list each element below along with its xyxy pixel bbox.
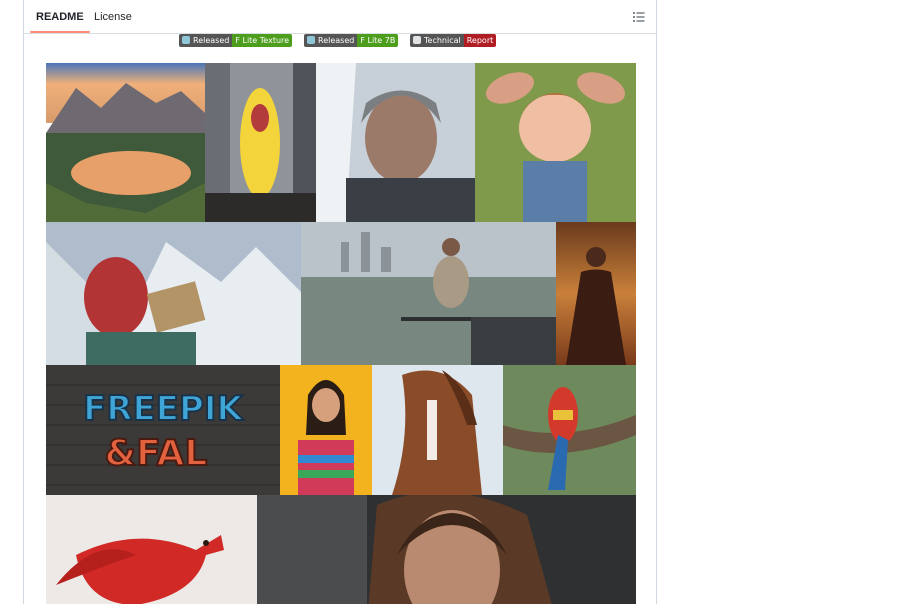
gallery-image-rabbit-eared-character: [475, 63, 636, 222]
badge-released-7b[interactable]: Released F Lite 7B: [304, 34, 399, 47]
tab-license[interactable]: License: [94, 0, 132, 33]
gallery-image-girl-rainbow-sweater: [280, 365, 372, 495]
model-icon: [307, 36, 315, 44]
gallery-image-climber-reading: [46, 222, 301, 365]
gallery-image-woman-portrait: [257, 495, 636, 604]
gallery-image-graffiti-wall: FREEPIK &FAL: [46, 365, 280, 495]
model-icon: [182, 36, 190, 44]
gallery-image-strawberry-bird: [46, 495, 257, 604]
readme-panel: README License Released F Lite Texture R…: [23, 0, 657, 604]
gallery-image-desert-woman: [556, 222, 636, 365]
graffiti-text-line1: FREEPIK: [83, 389, 244, 429]
badge-row: Released F Lite Texture Released F Lite …: [24, 34, 656, 48]
sample-gallery: FREEPIK &FAL: [46, 63, 636, 604]
badge-technical-report[interactable]: Technical Report: [410, 34, 497, 47]
list-unordered-icon[interactable]: [632, 10, 646, 24]
gallery-image-mountain-lake: [46, 63, 205, 222]
document-icon: [413, 36, 421, 44]
gallery-image-woman-railing: [301, 222, 556, 365]
tab-bar: README License: [24, 0, 656, 34]
gallery-image-banana-monster: [205, 63, 316, 222]
gallery-image-horse: [372, 365, 503, 495]
gallery-image-old-man-snow: [316, 63, 475, 222]
graffiti-text-line2: &FAL: [105, 433, 208, 474]
tab-readme[interactable]: README: [30, 0, 90, 33]
badge-released-texture[interactable]: Released F Lite Texture: [179, 34, 293, 47]
gallery-image-parrot: [503, 365, 636, 495]
